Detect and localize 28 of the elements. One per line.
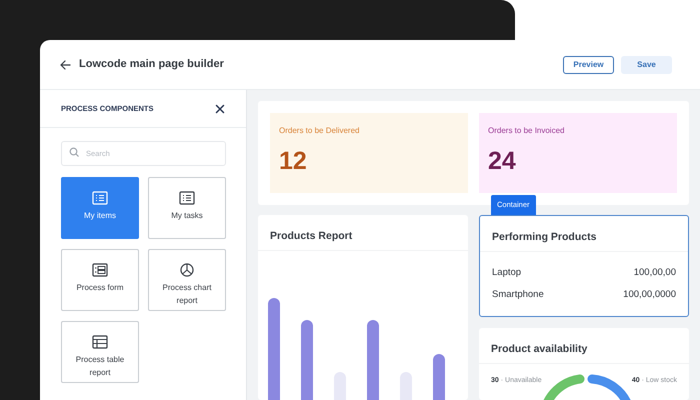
list-icon [92, 191, 108, 205]
product-name: Smartphone [492, 288, 544, 302]
card-title: Product availability [479, 328, 689, 364]
stat-value: 24 [488, 149, 517, 174]
product-value: 100,00,00 [634, 266, 676, 280]
close-button[interactable] [214, 102, 226, 114]
chart-bar [433, 354, 445, 400]
product-name: Laptop [492, 266, 522, 280]
search-icon [69, 147, 79, 157]
list-icon [179, 191, 195, 205]
component-tile[interactable]: Process form [61, 249, 139, 311]
table-icon [92, 335, 108, 349]
pie-chart-icon [179, 263, 195, 277]
header-button[interactable]: Preview [563, 56, 614, 74]
component-tile[interactable]: My tasks [148, 177, 226, 239]
component-tile[interactable]: My items [61, 177, 139, 239]
header-button[interactable]: Save [621, 56, 672, 74]
product-value: 100,00,0000 [623, 288, 676, 302]
stat-label: Orders to be Delivered [279, 125, 360, 137]
component-tile[interactable]: Process table report [61, 321, 139, 383]
card-title: Products Report [258, 215, 468, 251]
page-title: Lowcode main page builder [79, 57, 224, 72]
component-tile[interactable]: Process chart report [148, 249, 226, 311]
form-icon [92, 263, 108, 277]
back-arrow-icon[interactable] [60, 60, 71, 70]
stat-label: Orders to be Invoiced [488, 125, 566, 137]
stat-value: 12 [279, 149, 308, 174]
card-title: Performing Products [480, 216, 688, 252]
